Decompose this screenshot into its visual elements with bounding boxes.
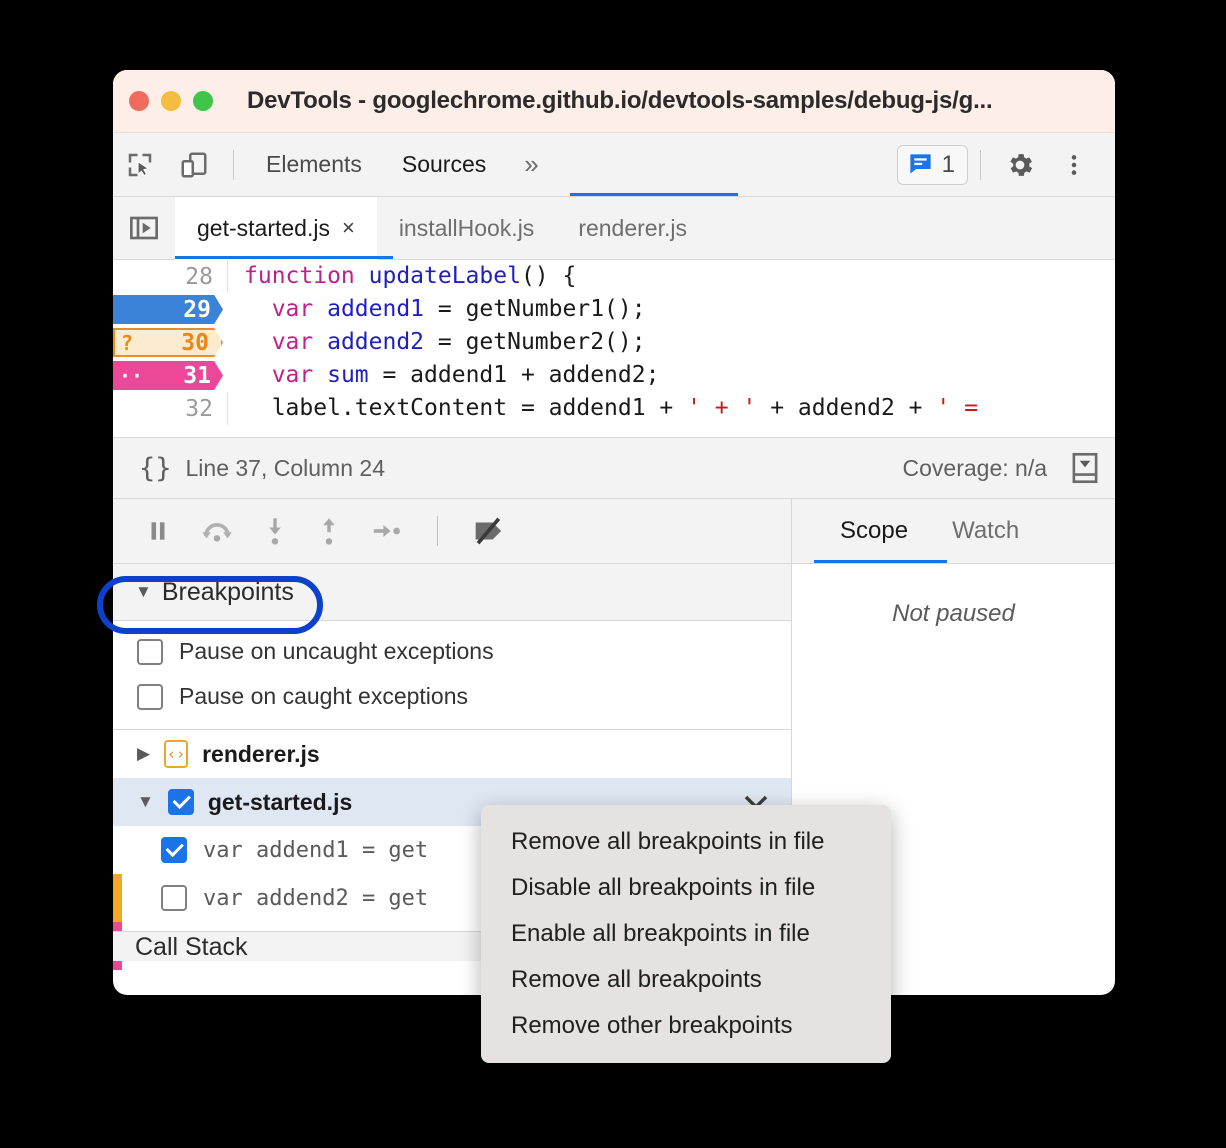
- chevron-down-icon-file[interactable]: ▼: [137, 792, 154, 812]
- breakpoint-context-menu[interactable]: Remove all breakpoints in file Disable a…: [481, 805, 891, 1063]
- menu-item-disable-all-breakpoints-in-file[interactable]: Disable all breakpoints in file: [481, 865, 891, 911]
- pause-on-caught-exceptions-row[interactable]: Pause on caught exceptions: [113, 674, 791, 719]
- more-panels-icon[interactable]: »: [506, 149, 556, 180]
- line-number-gutter[interactable]: 30?: [113, 326, 228, 359]
- tab-watch[interactable]: Watch: [930, 499, 1041, 564]
- toolbar-right-group: 1: [896, 133, 1115, 197]
- pretty-print-icon[interactable]: {}: [139, 453, 172, 484]
- breakpoint-marker-blue[interactable]: 29: [113, 295, 223, 324]
- step-out-icon[interactable]: [317, 516, 341, 546]
- pause-on-caught-exceptions-label: Pause on caught exceptions: [179, 683, 468, 709]
- file-tab-renderer-js[interactable]: renderer.js: [556, 197, 709, 260]
- pause-on-uncaught-exceptions-row[interactable]: Pause on uncaught exceptions: [113, 629, 791, 674]
- source-file-tabs: get-started.js × installHook.js renderer…: [113, 196, 1115, 260]
- code-editor[interactable]: 28 function updateLabel() { 29 var addend1…: [113, 260, 1115, 437]
- pause-icon[interactable]: [145, 518, 171, 544]
- menu-item-remove-other-breakpoints[interactable]: Remove other breakpoints: [481, 1003, 891, 1049]
- editor-bottom-fade: [113, 427, 1115, 437]
- file-tab-label: get-started.js: [197, 214, 330, 241]
- scope-watch-tabs: Scope Watch: [792, 499, 1115, 564]
- breakpoint-badge: ?: [121, 330, 134, 355]
- minimize-window-button[interactable]: [161, 91, 181, 111]
- code-line: 30? var addend2 = getNumber2();: [113, 326, 1115, 359]
- breakpoint-entry-checkbox[interactable]: [161, 885, 187, 911]
- code-line-text: label.textContent = addend1 + ' + ' + ad…: [244, 395, 978, 421]
- code-line-text: var addend2 = getNumber2();: [244, 329, 646, 355]
- breakpoint-entry-checkbox[interactable]: [161, 837, 187, 863]
- line-number-gutter[interactable]: 29: [113, 293, 228, 326]
- show-navigator-icon[interactable]: [113, 212, 175, 244]
- chevron-right-icon[interactable]: ▶: [137, 744, 150, 764]
- breakpoints-section-header[interactable]: ▼ Breakpoints: [113, 564, 791, 621]
- maximize-window-button[interactable]: [193, 91, 213, 111]
- step-over-icon[interactable]: [201, 517, 233, 545]
- line-number-gutter[interactable]: 31 ··: [113, 359, 228, 392]
- tab-elements[interactable]: Elements: [246, 133, 382, 197]
- window-title: DevTools - googlechrome.github.io/devtoo…: [247, 87, 993, 114]
- breakpoint-file-name: get-started.js: [207, 788, 353, 815]
- pause-on-caught-exceptions-checkbox[interactable]: [137, 683, 163, 710]
- file-tab-install-hook-js[interactable]: installHook.js: [377, 197, 557, 260]
- device-toolbar-icon[interactable]: [167, 133, 221, 197]
- screenshot-root: DevTools - googlechrome.github.io/devtoo…: [0, 0, 1226, 1148]
- scope-empty-message: Not paused: [892, 600, 1015, 627]
- debugger-controls-toolbar: [113, 499, 791, 564]
- breakpoints-title: Breakpoints: [161, 577, 294, 606]
- debugger-toolbar-divider: [437, 516, 438, 546]
- tab-sources[interactable]: Sources: [382, 133, 506, 197]
- menu-item-remove-all-breakpoints[interactable]: Remove all breakpoints: [481, 957, 891, 1003]
- kebab-menu-icon[interactable]: [1047, 133, 1101, 197]
- menu-item-remove-all-breakpoints-in-file[interactable]: Remove all breakpoints in file: [481, 819, 891, 865]
- file-tab-get-started-js[interactable]: get-started.js ×: [175, 196, 377, 260]
- js-file-icon: ‹›: [164, 740, 189, 768]
- cursor-position: Line 37, Column 24: [185, 454, 385, 481]
- code-line: 32 label.textContent = addend1 + ' + ' +…: [113, 392, 1115, 425]
- code-line-text: var addend1 = getNumber1();: [244, 296, 646, 322]
- coverage-status: Coverage: n/a: [902, 454, 1047, 481]
- console-message-icon: [907, 151, 934, 178]
- code-line-text: var sum = addend1 + addend2;: [244, 362, 660, 388]
- gear-icon[interactable]: [993, 133, 1047, 197]
- step-icon[interactable]: [371, 519, 403, 543]
- menu-item-enable-all-breakpoints-in-file[interactable]: Enable all breakpoints in file: [481, 911, 891, 957]
- toolbar-divider-2: [980, 149, 981, 180]
- code-line: 31 ·· var sum = addend1 + addend2;: [113, 359, 1115, 392]
- line-number-gutter[interactable]: 32: [113, 392, 228, 425]
- inspect-element-icon[interactable]: [113, 133, 167, 197]
- issues-count: 1: [941, 150, 955, 178]
- toolbar-divider: [233, 149, 234, 180]
- code-line-text: function updateLabel() {: [244, 263, 577, 289]
- breakpoint-file-row-renderer-js[interactable]: ▶ ‹› renderer.js: [113, 730, 791, 778]
- breakpoint-entry-code: var addend1 = get: [203, 837, 429, 863]
- code-line: 29 var addend1 = getNumber1();: [113, 293, 1115, 326]
- close-icon[interactable]: ×: [342, 215, 355, 241]
- breakpoint-marker-orange[interactable]: 30?: [113, 328, 223, 357]
- call-stack-title: Call Stack: [135, 932, 248, 961]
- editor-status-bar: {} Line 37, Column 24 Coverage: n/a: [113, 437, 1115, 499]
- pause-on-uncaught-exceptions-label: Pause on uncaught exceptions: [179, 638, 494, 664]
- pause-on-uncaught-exceptions-checkbox[interactable]: [137, 638, 163, 665]
- tab-scope[interactable]: Scope: [818, 499, 930, 564]
- deactivate-breakpoints-icon[interactable]: [472, 516, 506, 546]
- breakpoint-marker-orange: [113, 874, 122, 922]
- breakpoint-entry-code: var addend2 = get: [203, 885, 429, 911]
- code-line: 28 function updateLabel() {: [113, 260, 1115, 293]
- step-into-icon[interactable]: [263, 516, 287, 546]
- show-drawer-icon[interactable]: [1069, 451, 1101, 485]
- breakpoint-file-name: renderer.js: [202, 740, 320, 767]
- window-titlebar: DevTools - googlechrome.github.io/devtoo…: [113, 70, 1115, 133]
- console-issues-button[interactable]: 1: [896, 144, 968, 185]
- breakpoint-file-checkbox[interactable]: [167, 789, 194, 815]
- close-window-button[interactable]: [129, 91, 149, 111]
- line-number-gutter[interactable]: 28: [113, 260, 228, 293]
- chevron-down-icon[interactable]: ▼: [135, 582, 152, 602]
- breakpoint-marker-pink[interactable]: 31 ··: [113, 361, 223, 390]
- breakpoint-badge: ··: [119, 363, 144, 388]
- devtools-main-toolbar: Elements Sources » 1: [113, 133, 1115, 197]
